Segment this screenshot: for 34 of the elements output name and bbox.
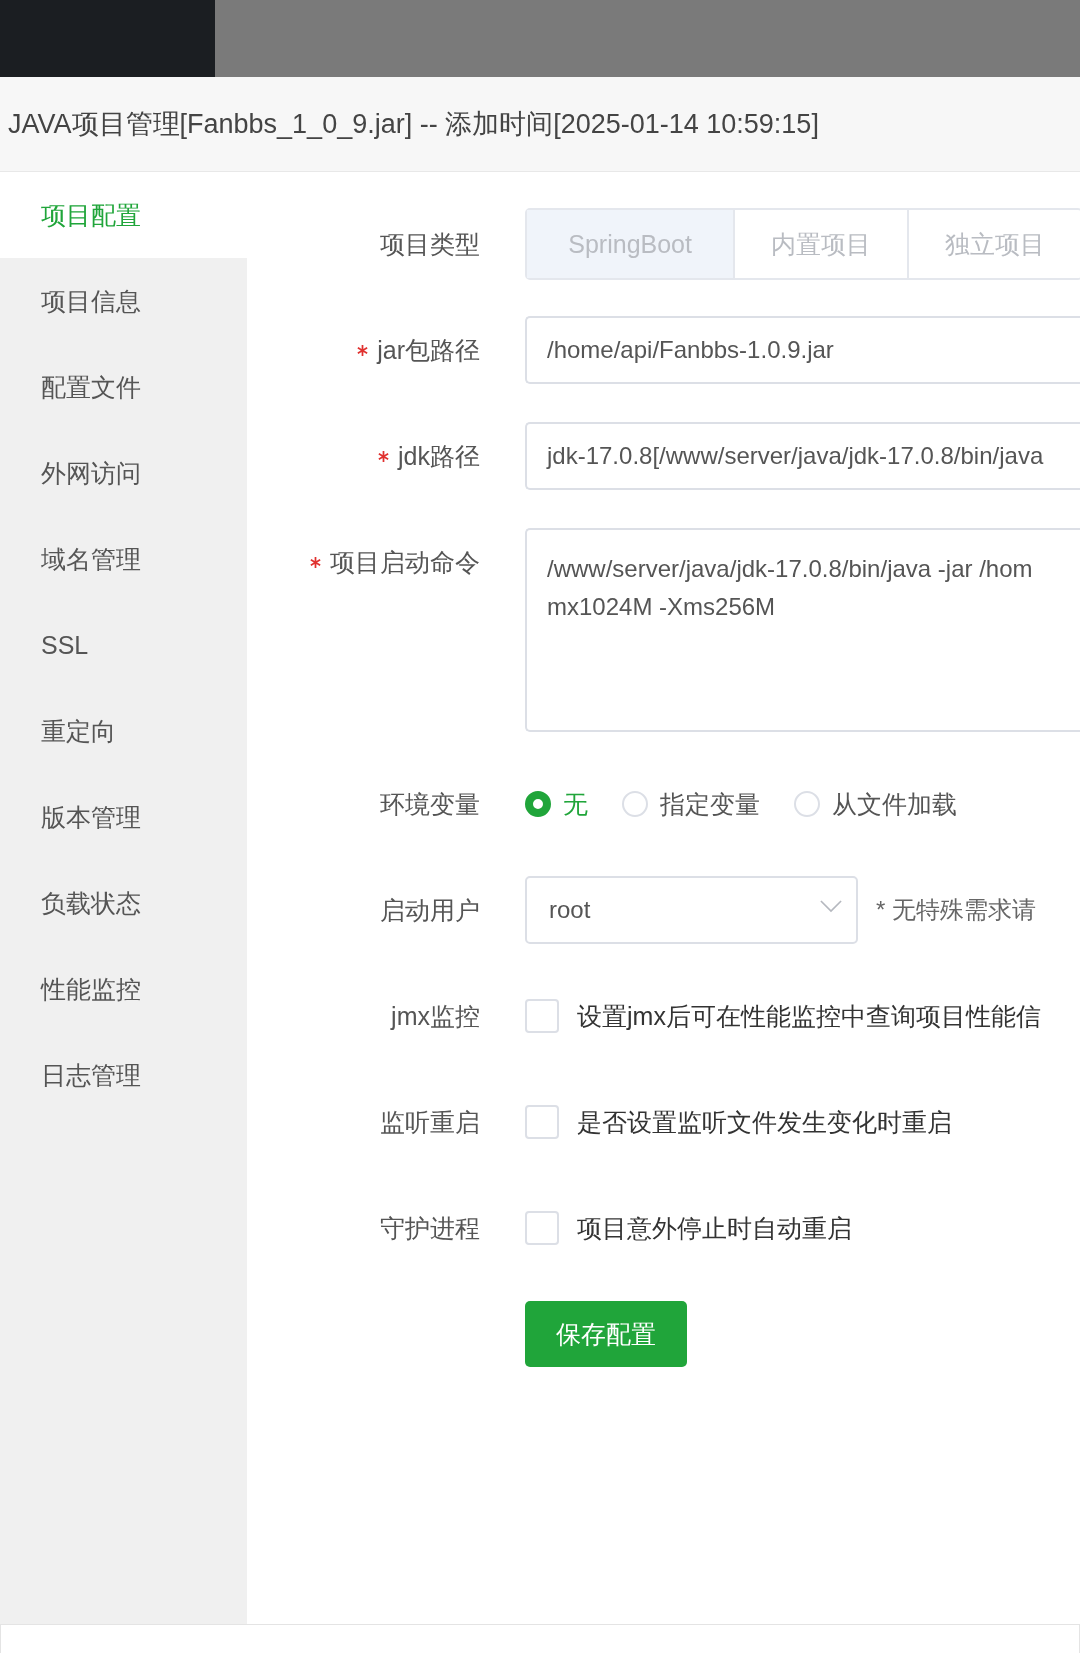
field-label: 项目启动命令	[330, 546, 480, 578]
field-label: 项目类型	[380, 228, 480, 260]
field-label: jmx监控	[391, 1000, 480, 1032]
sidebar-item[interactable]: 外网访问	[0, 430, 247, 516]
checkbox[interactable]	[525, 1211, 559, 1245]
sidebar-item[interactable]: 负载状态	[0, 860, 247, 946]
field-label: jar包路径	[377, 334, 480, 366]
radio-option[interactable]: 从文件加载	[794, 787, 957, 821]
field-label: 环境变量	[380, 788, 480, 820]
sidebar-item[interactable]: 项目信息	[0, 258, 247, 344]
command-textarea[interactable]: /www/server/java/jdk-17.0.8/bin/java -jar /hom mx1024M -Xms256M	[525, 528, 1080, 732]
checkbox-label: 项目意外停止时自动重启	[577, 1212, 852, 1244]
checkbox[interactable]	[525, 999, 559, 1033]
sidebar-item[interactable]: 性能监控	[0, 946, 247, 1032]
field-label: jdk路径	[398, 440, 480, 472]
checkbox-label: 是否设置监听文件发生变化时重启	[577, 1106, 952, 1138]
checkbox[interactable]	[525, 1105, 559, 1139]
dialog-title: JAVA项目管理[Fanbbs_1_0_9.jar] -- 添加时间[2025-01-14 10:59:15]	[8, 108, 819, 141]
sidebar-item[interactable]: 配置文件	[0, 344, 247, 430]
checkbox-label: 设置jmx后可在性能监控中查询项目性能信	[577, 1000, 1041, 1032]
field-label: 启动用户	[380, 894, 480, 926]
sidebar-item[interactable]: 版本管理	[0, 774, 247, 860]
input-field[interactable]: /home/api/Fanbbs-1.0.9.jar	[525, 316, 1080, 384]
sidebar-item[interactable]: 域名管理	[0, 516, 247, 602]
radio-option[interactable]: 指定变量	[622, 787, 760, 821]
user-select[interactable]: root	[525, 876, 858, 944]
field-label: 守护进程	[380, 1212, 480, 1244]
sidebar-item[interactable]: 日志管理	[0, 1032, 247, 1118]
sidebar-item[interactable]: 重定向	[0, 688, 247, 774]
input-field[interactable]: jdk-17.0.8[/www/server/java/jdk-17.0.8/bin/java	[525, 422, 1080, 490]
field-label: 监听重启	[380, 1106, 480, 1138]
hint-text: * 无特殊需求请	[876, 895, 1036, 925]
chevron-down-icon	[820, 899, 842, 913]
sidebar-item[interactable]: SSL	[0, 602, 247, 688]
